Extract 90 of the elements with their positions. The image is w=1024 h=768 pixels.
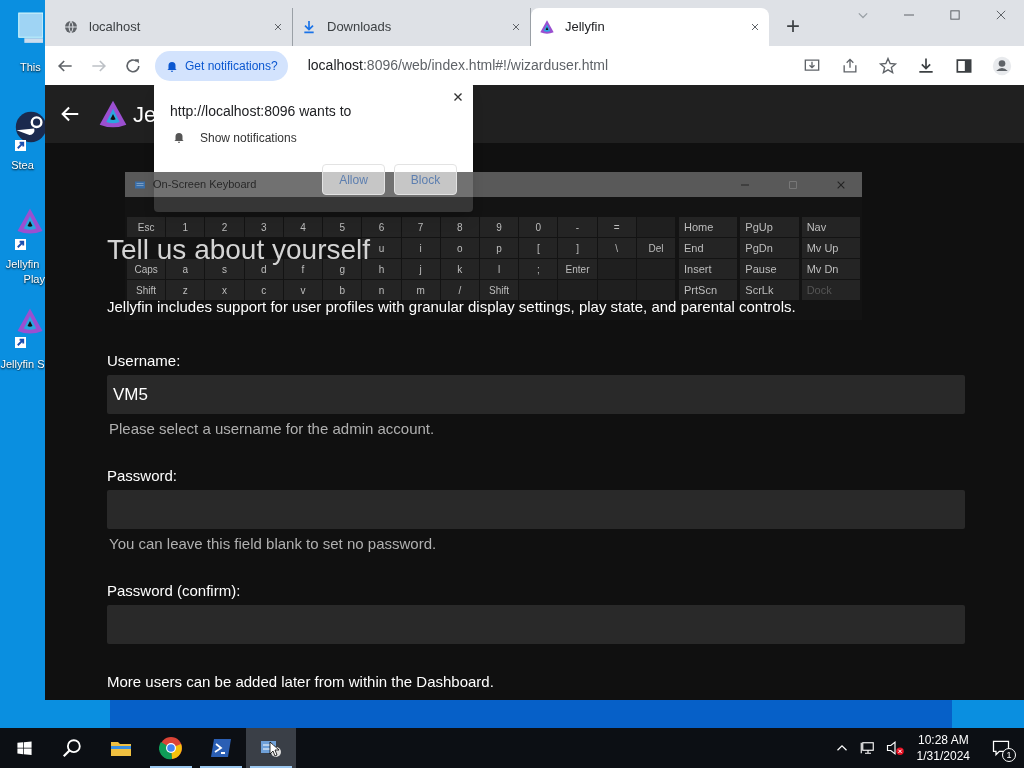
keyboard-key[interactable]: Nav (801, 217, 860, 237)
keyboard-key[interactable]: Home (679, 217, 738, 237)
keyboard-key[interactable]: z (166, 280, 205, 300)
keyboard-key[interactable]: ScrLk (740, 280, 799, 300)
keyboard-key[interactable]: p (479, 238, 519, 258)
keyboard-key[interactable]: 1 (166, 217, 205, 237)
browser-tab[interactable]: Jellyfin (531, 8, 769, 46)
keyboard-key[interactable]: PrtScn (679, 280, 738, 300)
keyboard-key[interactable]: Pause (740, 259, 799, 279)
keyboard-key[interactable]: Del (636, 238, 676, 258)
keyboard-key[interactable]: [ (519, 238, 558, 258)
keyboard-key[interactable]: / (440, 280, 479, 300)
keyboard-key[interactable]: 4 (283, 217, 323, 237)
clock[interactable]: 10:28 AM 1/31/2024 (916, 732, 970, 764)
shortcut-arrow-icon (15, 140, 26, 151)
keyboard-key[interactable]: k (440, 259, 479, 279)
app-name: Je (133, 100, 157, 129)
field-label: Username: (107, 351, 181, 371)
keyboard-key[interactable]: 5 (323, 217, 362, 237)
keyboard-key[interactable]: 8 (440, 217, 479, 237)
keyboard-key[interactable]: h (362, 259, 401, 279)
keyboard-key[interactable]: x (205, 280, 244, 300)
terminal-icon (209, 736, 233, 760)
new-tab-button[interactable]: + (779, 12, 807, 40)
keyboard-key[interactable]: m (401, 280, 440, 300)
network-icon[interactable] (858, 739, 877, 757)
shortcut-arrow-icon (15, 239, 26, 250)
search-icon[interactable] (61, 737, 83, 759)
keyboard-key[interactable]: Caps (127, 259, 166, 279)
close-icon[interactable] (749, 21, 761, 33)
bell-icon (172, 130, 186, 144)
keyboard-key[interactable]: Mv Dn (801, 259, 860, 279)
shortcut-arrow-icon (15, 337, 26, 348)
keyboard-key[interactable]: 9 (479, 217, 519, 237)
keyboard-key[interactable]: - (558, 217, 597, 237)
globe-icon (63, 19, 79, 35)
keyboard-key[interactable]: Enter (558, 259, 597, 279)
download-icon (301, 19, 317, 35)
keyboard-key[interactable]: c (244, 280, 283, 300)
keyboard-key[interactable]: PgDn (740, 238, 799, 258)
text-input[interactable] (107, 605, 965, 644)
action-center-icon[interactable] (991, 738, 1011, 758)
permission-text: Show notifications (200, 130, 297, 147)
keyboard-key[interactable]: f (283, 259, 323, 279)
keyboard-key[interactable]: Esc (127, 217, 166, 237)
text-input[interactable]: VM5 (107, 375, 965, 414)
windows-start-icon[interactable] (15, 739, 33, 757)
star-icon[interactable] (878, 55, 898, 76)
jellyfin-icon (539, 19, 555, 35)
address-bar[interactable]: localhost:8096/web/index.html#!/wizarduser.html (307, 55, 786, 76)
field-label: Password (confirm): (107, 581, 241, 601)
chrome-icon (159, 736, 183, 760)
notification-chip[interactable]: Get notifications? (155, 50, 288, 81)
keyboard-key[interactable]: 0 (519, 217, 558, 237)
keyboard-key[interactable]: ] (558, 238, 597, 258)
keyboard-key[interactable]: 2 (205, 217, 244, 237)
field-hint: Please select a username for the admin account. (109, 419, 435, 439)
keyboard-key[interactable]: Insert (679, 259, 738, 279)
muted-speaker-icon[interactable] (884, 738, 905, 758)
keyboard-key[interactable]: 7 (401, 217, 440, 237)
keyboard-key[interactable]: s (205, 259, 244, 279)
keyboard-key[interactable]: 6 (362, 217, 401, 237)
keyboard-key[interactable]: Mv Up (801, 238, 860, 258)
intro-text: Jellyfin includes support for user profiles with granular display settings, play state, and parental controls. (107, 297, 796, 317)
keyboard-key[interactable]: j (401, 259, 440, 279)
keyboard-key[interactable]: End (679, 238, 738, 258)
keyboard-key[interactable]: l (479, 259, 519, 279)
keyboard-key[interactable]: PgUp (740, 217, 799, 237)
notification-count-badge: 1 (1002, 748, 1016, 762)
keyboard-key[interactable]: i (401, 238, 440, 258)
keyboard-key[interactable]: Shift (127, 280, 166, 300)
field-label: Password: (107, 466, 178, 486)
taskbar-button[interactable] (246, 728, 296, 768)
field-hint: You can leave this field blank to set no password. (109, 534, 437, 554)
keyboard-key[interactable]: v (283, 280, 323, 300)
window-title: On-Screen Keyboard (153, 177, 257, 193)
footer-note: More users can be added later from within the Dashboard. (107, 672, 494, 692)
text-input[interactable] (107, 490, 965, 529)
keyboard-key[interactable]: a (166, 259, 205, 279)
keyboard-key[interactable]: 3 (244, 217, 283, 237)
profile-icon[interactable] (992, 55, 1012, 76)
keyboard-key[interactable]: n (362, 280, 401, 300)
keyboard-key[interactable]: Shift (479, 280, 519, 300)
keyboard-key[interactable]: \ (597, 238, 636, 258)
keyboard-key[interactable]: ; (519, 259, 558, 279)
keyboard-key[interactable]: = (597, 217, 636, 237)
popup-title: http://localhost:8096 wants to (170, 102, 352, 121)
keyboard-key[interactable]: o (440, 238, 479, 258)
keyboard-key[interactable]: g (323, 259, 362, 279)
keyboard-key[interactable]: b (323, 280, 362, 300)
